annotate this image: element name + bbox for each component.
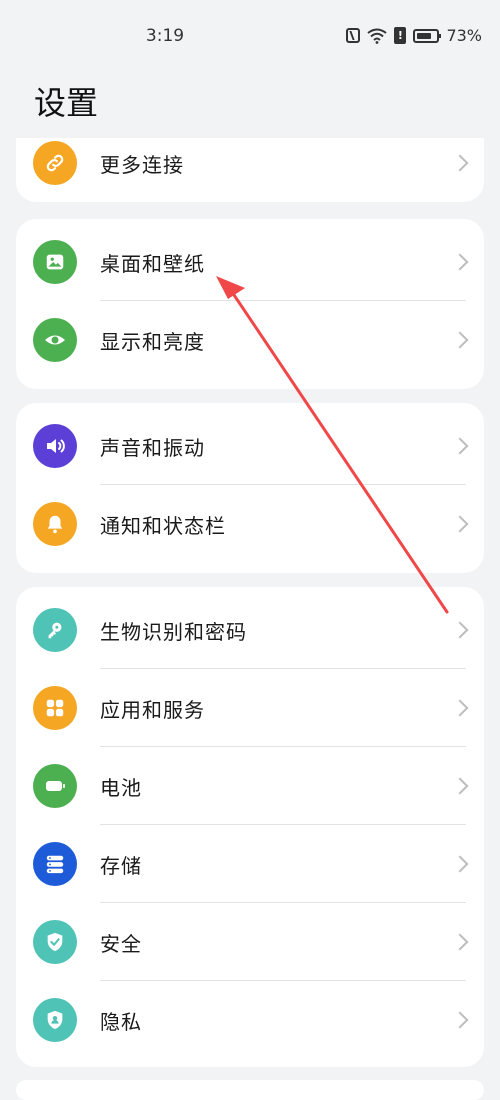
settings-group-sound-notifications: 声音和振动 通知和状态栏 [16, 403, 484, 573]
eye-icon [33, 318, 77, 362]
storage-icon [33, 842, 77, 886]
settings-item-display-brightness[interactable]: 显示和亮度 [16, 301, 484, 379]
settings-item-privacy[interactable]: 隐私 [16, 981, 484, 1059]
chevron-right-icon [451, 1011, 469, 1029]
settings-item-sound-vibration[interactable]: 声音和振动 [16, 407, 484, 485]
settings-item-label: 生物识别和密码 [100, 619, 247, 644]
settings-group-display: 桌面和壁纸 显示和亮度 [16, 219, 484, 389]
status-time: 3:19 [145, 26, 185, 46]
settings-item-label: 电池 [100, 775, 142, 800]
image-icon [33, 240, 77, 284]
chevron-right-icon [451, 253, 469, 271]
settings-item-label: 应用和服务 [100, 697, 205, 722]
settings-item-battery[interactable]: 电池 [16, 747, 484, 825]
chevron-right-icon [451, 933, 469, 951]
privacy-shield-icon [33, 998, 77, 1042]
settings-group-system: 生物识别和密码 应用和服务 电池 存储 安全 隐私 [16, 587, 484, 1067]
chevron-right-icon [451, 621, 469, 639]
settings-item-more-connections[interactable]: 更多连接 [16, 138, 484, 202]
status-bar: 3:19 ! 73% [0, 0, 500, 72]
apps-grid-icon [33, 686, 77, 730]
page-title: 设置 [34, 84, 99, 122]
chevron-right-icon [451, 699, 469, 717]
battery-percent: 73% [446, 26, 482, 45]
settings-item-label: 桌面和壁纸 [100, 251, 205, 276]
speaker-icon [33, 424, 77, 468]
status-icons: ! 73% [346, 26, 482, 45]
shield-check-icon [33, 920, 77, 964]
settings-item-notifications-statusbar[interactable]: 通知和状态栏 [16, 485, 484, 563]
settings-item-label: 显示和亮度 [100, 329, 205, 354]
settings-item-label: 更多连接 [100, 152, 184, 177]
wifi-icon [367, 28, 388, 44]
chevron-right-icon [451, 437, 469, 455]
settings-item-apps-services[interactable]: 应用和服务 [16, 669, 484, 747]
settings-item-label: 隐私 [100, 1009, 142, 1034]
settings-item-label: 存储 [100, 853, 142, 878]
settings-item-security[interactable]: 安全 [16, 903, 484, 981]
chevron-right-icon [451, 515, 469, 533]
settings-item-desktop-wallpaper[interactable]: 桌面和壁纸 [16, 223, 484, 301]
chevron-right-icon [451, 154, 469, 172]
bell-icon [33, 502, 77, 546]
battery-status-icon [413, 28, 442, 43]
settings-item-label: 声音和振动 [100, 435, 205, 460]
settings-item-label: 通知和状态栏 [100, 513, 226, 538]
settings-item-storage[interactable]: 存储 [16, 825, 484, 903]
alert-icon: ! [394, 27, 407, 44]
chevron-right-icon [451, 331, 469, 349]
chevron-right-icon [451, 855, 469, 873]
link-icon [33, 141, 77, 185]
chevron-right-icon [451, 777, 469, 795]
settings-item-label: 安全 [100, 931, 142, 956]
settings-item-biometrics-password[interactable]: 生物识别和密码 [16, 591, 484, 669]
battery-icon [33, 764, 77, 808]
key-icon [33, 608, 77, 652]
nfc-icon [346, 28, 361, 43]
settings-group-next [16, 1080, 484, 1100]
settings-group-connections: 更多连接 [16, 138, 484, 202]
